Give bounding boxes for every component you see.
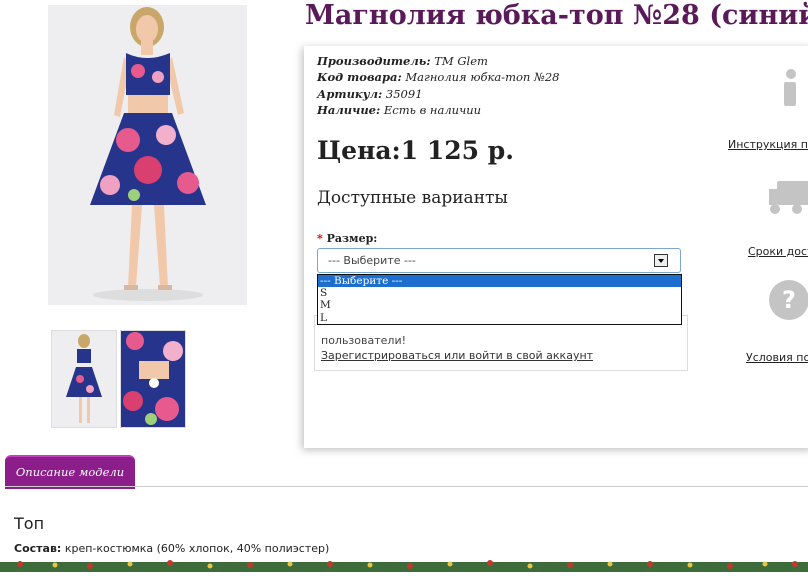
conditions-link[interactable]: Условия по <box>746 351 808 364</box>
size-select-value: --- Выберите --- <box>328 254 416 267</box>
article-value: 35091 <box>385 86 423 101</box>
code-value: Магнолия юбка-топ №28 <box>405 70 560 85</box>
size-option[interactable]: L <box>318 312 681 324</box>
required-mark: * <box>317 232 323 245</box>
notice-text: пользователи! <box>321 334 407 347</box>
size-label-text: Размер: <box>326 232 378 245</box>
product-title: Магнолия юбка-топ №28 (синий) <box>305 0 808 31</box>
size-option[interactable]: M <box>318 299 681 311</box>
article-label: Артикул: <box>317 86 383 101</box>
truck-icon[interactable] <box>767 175 808 219</box>
composition-text: Состав: креп-костюмка (60% хлопок, 40% п… <box>14 542 329 555</box>
variants-heading: Доступные варианты <box>317 188 508 208</box>
composition-value: креп-костюмка (60% хлопок, 40% полиэстер… <box>64 542 330 555</box>
svg-text:?: ? <box>782 286 796 314</box>
holiday-garland-decoration <box>0 557 808 572</box>
size-option[interactable]: --- Выберите --- <box>318 275 681 288</box>
instruction-link[interactable]: Инструкция по <box>728 138 808 151</box>
availability-label: Наличие: <box>317 103 381 118</box>
tab-description[interactable]: Описание модели <box>5 455 135 489</box>
product-thumbnail-1[interactable] <box>51 330 117 428</box>
composition-label: Состав: <box>14 542 62 555</box>
product-price: Цена:1 125 р. <box>317 136 514 165</box>
size-select[interactable]: --- Выберите --- <box>317 248 681 273</box>
register-login-link[interactable]: Зарегистрироваться или войти в свой акка… <box>321 349 593 362</box>
size-label: * Размер: <box>317 232 377 245</box>
delivery-link[interactable]: Сроки дост <box>748 245 808 258</box>
chevron-down-icon[interactable] <box>654 254 668 267</box>
size-option[interactable]: S <box>318 287 681 299</box>
product-main-image[interactable] <box>48 5 247 305</box>
question-icon[interactable]: ? <box>767 278 808 322</box>
description-heading: Топ <box>14 514 45 533</box>
code-label: Код товара: <box>317 70 402 85</box>
manufacturer-value: TM Glem <box>434 54 488 68</box>
product-thumbnail-2[interactable] <box>120 330 186 428</box>
product-meta: Производитель: TM Glem Код товара: Магно… <box>317 53 559 119</box>
size-dropdown-list[interactable]: --- Выберите --- S M L <box>317 274 682 325</box>
manufacturer-label: Производитель: <box>317 54 431 68</box>
availability-value: Есть в наличии <box>383 103 482 118</box>
info-icon[interactable] <box>767 66 808 110</box>
tab-divider <box>5 486 808 487</box>
